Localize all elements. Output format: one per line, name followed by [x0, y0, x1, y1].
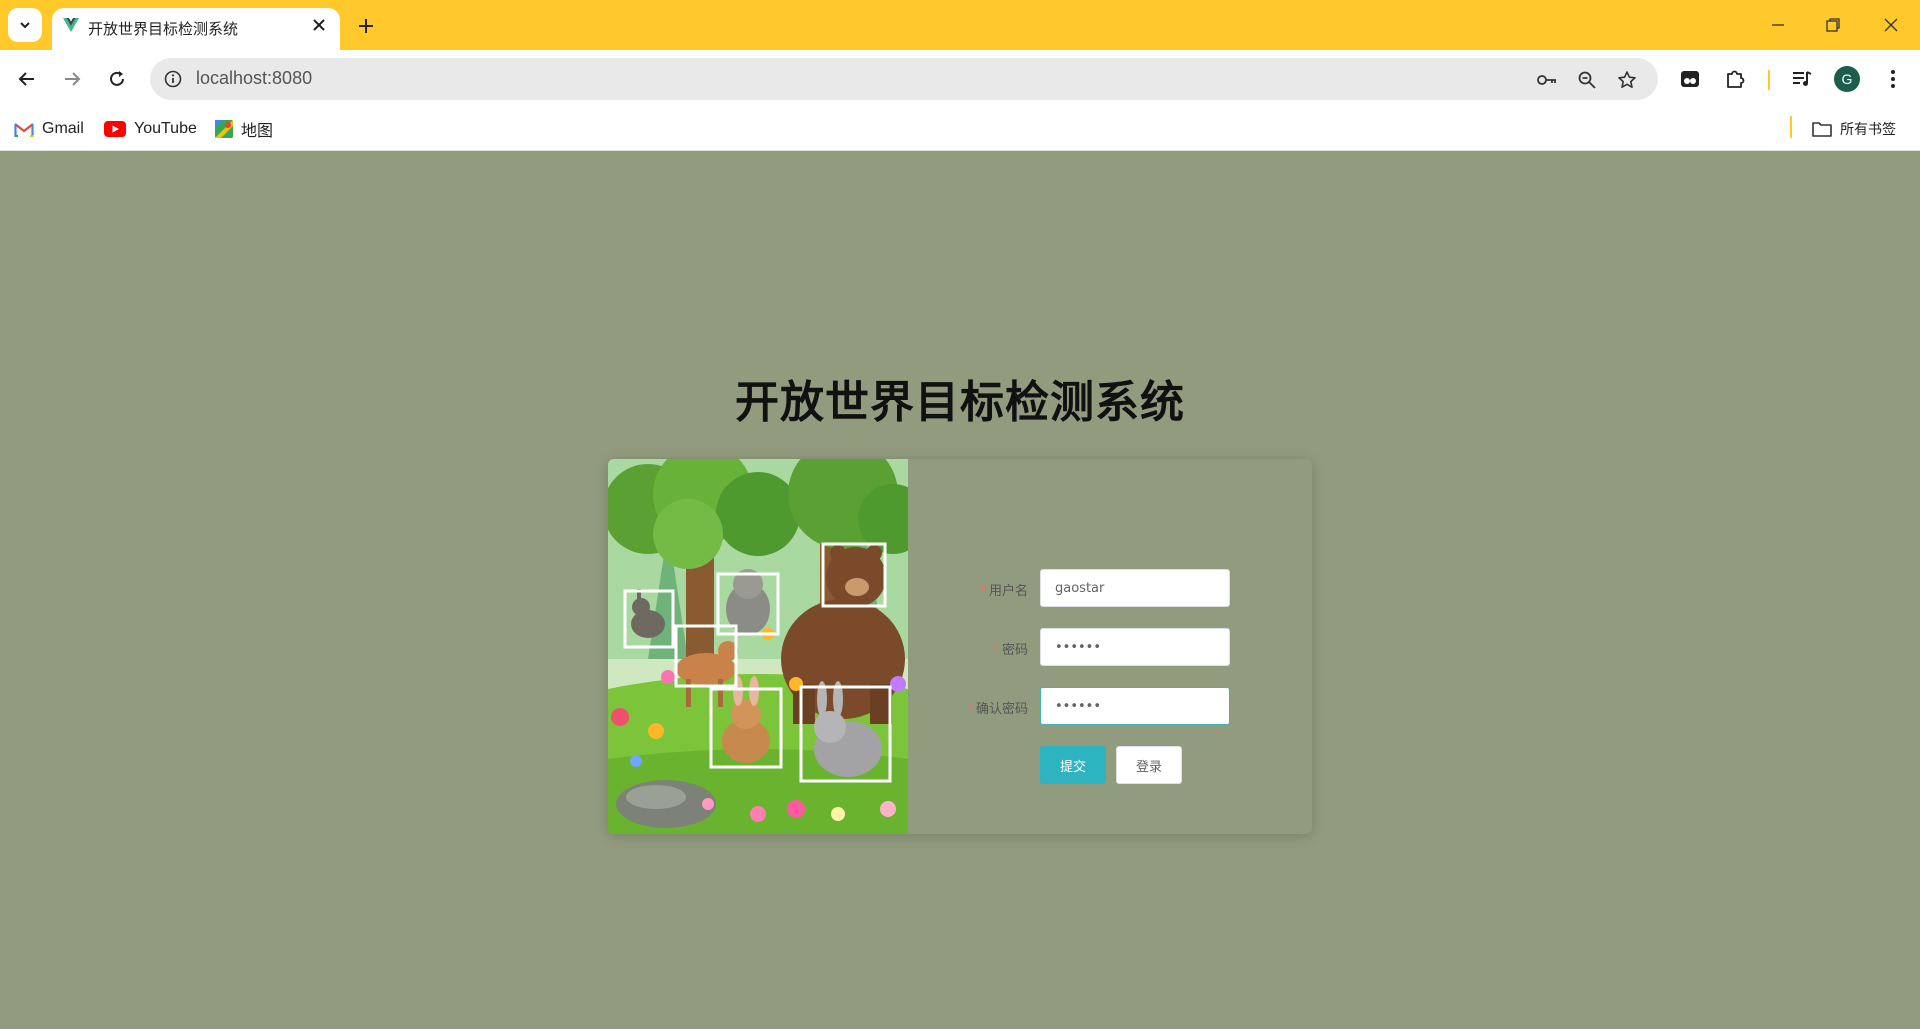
bookmarks-bar: Gmail YouTube 地图 所有书签	[0, 108, 1920, 151]
required-marker: *	[966, 702, 973, 717]
folder-icon	[1812, 122, 1832, 137]
toolbar-divider	[1768, 70, 1770, 90]
youtube-icon	[104, 121, 126, 137]
vue-logo-icon	[62, 16, 80, 38]
media-queue-icon[interactable]	[1787, 64, 1817, 94]
more-menu-icon[interactable]	[1878, 64, 1908, 94]
new-tab-button[interactable]	[352, 12, 380, 40]
password-row: * 密码	[908, 628, 1312, 666]
extension-app-icon[interactable]	[1675, 64, 1705, 94]
tab-search-button[interactable]	[8, 8, 42, 42]
bookmark-label: Gmail	[42, 120, 84, 137]
arrow-left-icon	[18, 72, 34, 86]
arrow-right-icon	[65, 72, 81, 86]
active-tab[interactable]: 开放世界目标检测系统	[52, 8, 340, 50]
required-marker: *	[992, 643, 999, 658]
site-info-button[interactable]	[160, 66, 186, 92]
forest-animals-illustration	[608, 459, 908, 834]
required-marker: *	[979, 584, 986, 599]
all-bookmarks-label: 所有书签	[1840, 121, 1896, 137]
register-form: *用户名 *密码 *确认密码 提交 登录	[908, 459, 1312, 834]
password-key-icon[interactable]	[1534, 67, 1560, 93]
info-icon	[164, 70, 182, 88]
username-row: * 用户名	[908, 569, 1312, 607]
confirm-password-row: * 确认密码	[908, 687, 1312, 725]
zoom-icon[interactable]	[1574, 67, 1600, 93]
browser-tab-bar: 开放世界目标检测系统	[0, 0, 1920, 50]
password-label: * 密码	[992, 643, 1028, 658]
username-label: * 用户名	[979, 584, 1028, 599]
close-window-button[interactable]	[1876, 10, 1906, 40]
chevron-down-icon	[20, 22, 30, 29]
bookmark-youtube[interactable]: YouTube	[104, 117, 197, 141]
address-bar[interactable]: localhost:8080	[150, 58, 1658, 100]
bookmark-star-icon[interactable]	[1614, 67, 1640, 93]
url-text[interactable]: localhost:8080	[196, 68, 312, 89]
register-card: *用户名 *密码 *确认密码 提交 登录	[608, 459, 1312, 834]
close-icon	[1884, 18, 1898, 32]
restore-button[interactable]	[1818, 10, 1848, 40]
username-input[interactable]	[1040, 569, 1230, 607]
tab-title: 开放世界目标检测系统	[88, 20, 239, 38]
back-button[interactable]	[12, 64, 42, 94]
minimize-icon	[1772, 24, 1784, 26]
bookmark-maps[interactable]: 地图	[215, 117, 273, 141]
submit-button[interactable]: 提交	[1040, 746, 1106, 784]
reload-icon	[110, 71, 124, 86]
button-row: 提交 登录	[908, 746, 1312, 784]
page-title: 开放世界目标检测系统	[735, 377, 1185, 428]
profile-avatar[interactable]: G	[1834, 66, 1860, 92]
gmail-icon	[14, 123, 34, 137]
maps-icon	[215, 120, 233, 138]
browser-toolbar: localhost:8080 G	[0, 50, 1920, 108]
reload-button[interactable]	[102, 64, 132, 94]
close-tab-icon[interactable]	[310, 16, 328, 34]
bookmark-label: 地图	[241, 123, 274, 140]
confirm-password-label: * 确认密码	[966, 702, 1028, 717]
bookmark-divider	[1790, 116, 1792, 138]
confirm-password-input[interactable]	[1040, 687, 1230, 725]
login-button[interactable]: 登录	[1116, 746, 1182, 784]
bookmark-gmail[interactable]: Gmail	[14, 117, 84, 141]
password-input[interactable]	[1040, 628, 1230, 666]
all-bookmarks-button[interactable]: 所有书签	[1812, 117, 1896, 141]
forward-button[interactable]	[57, 64, 87, 94]
restore-icon	[1826, 18, 1840, 32]
extensions-puzzle-icon[interactable]	[1720, 64, 1750, 94]
bookmark-label: YouTube	[134, 120, 197, 137]
minimize-button[interactable]	[1763, 10, 1793, 40]
plus-icon	[359, 19, 373, 33]
